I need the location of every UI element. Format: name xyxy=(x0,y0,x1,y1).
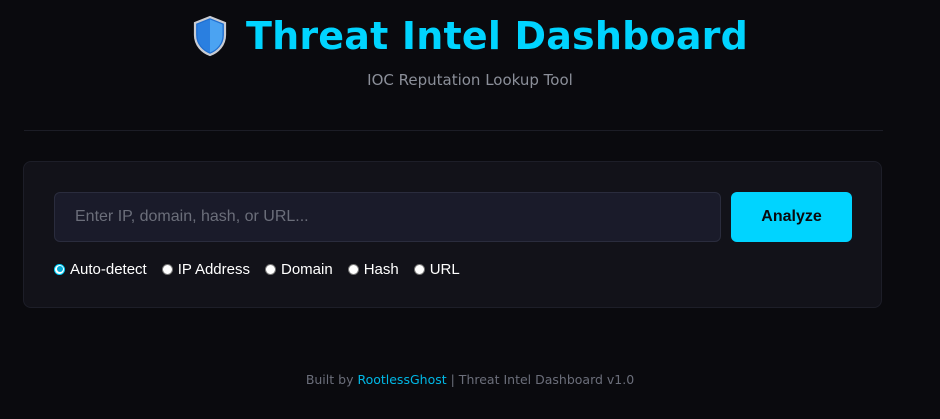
page-title: Threat Intel Dashboard xyxy=(245,14,749,58)
header-divider xyxy=(24,130,883,131)
radio-domain[interactable]: Domain xyxy=(265,261,333,278)
radio-auto-detect[interactable]: Auto-detect xyxy=(54,261,147,278)
page-subtitle: IOC Reputation Lookup Tool xyxy=(367,71,573,89)
page-footer: Built by RootlessGhost | Threat Intel Da… xyxy=(0,372,940,387)
radio-label: Auto-detect xyxy=(70,260,147,278)
radio-button[interactable] xyxy=(265,263,276,275)
radio-ip-address[interactable]: IP Address xyxy=(161,260,250,278)
radio-button[interactable] xyxy=(347,263,359,275)
radio-url[interactable]: URL xyxy=(413,260,460,278)
radio-button[interactable] xyxy=(54,263,65,275)
radio-label: Domain xyxy=(281,260,333,278)
search-input[interactable] xyxy=(54,192,721,242)
shield-icon xyxy=(192,15,228,57)
radio-button[interactable] xyxy=(413,263,425,275)
radio-label: IP Address xyxy=(177,260,250,278)
radio-label: URL xyxy=(429,260,460,278)
ioc-type-radio-group: Auto-detect IP Address Domain Hash URL xyxy=(54,258,460,280)
lookup-card: Analyze Auto-detect IP Address Domain Ha… xyxy=(23,161,882,308)
footer-suffix: | Threat Intel Dashboard v1.0 xyxy=(450,372,635,387)
radio-hash[interactable]: Hash xyxy=(347,260,399,278)
radio-button[interactable] xyxy=(161,263,173,275)
title-row: Threat Intel Dashboard xyxy=(0,10,940,62)
author-link[interactable]: RootlessGhost xyxy=(357,372,446,387)
radio-label: Hash xyxy=(363,260,399,278)
analyze-button[interactable]: Analyze xyxy=(731,192,852,242)
footer-prefix: Built by xyxy=(305,372,354,387)
